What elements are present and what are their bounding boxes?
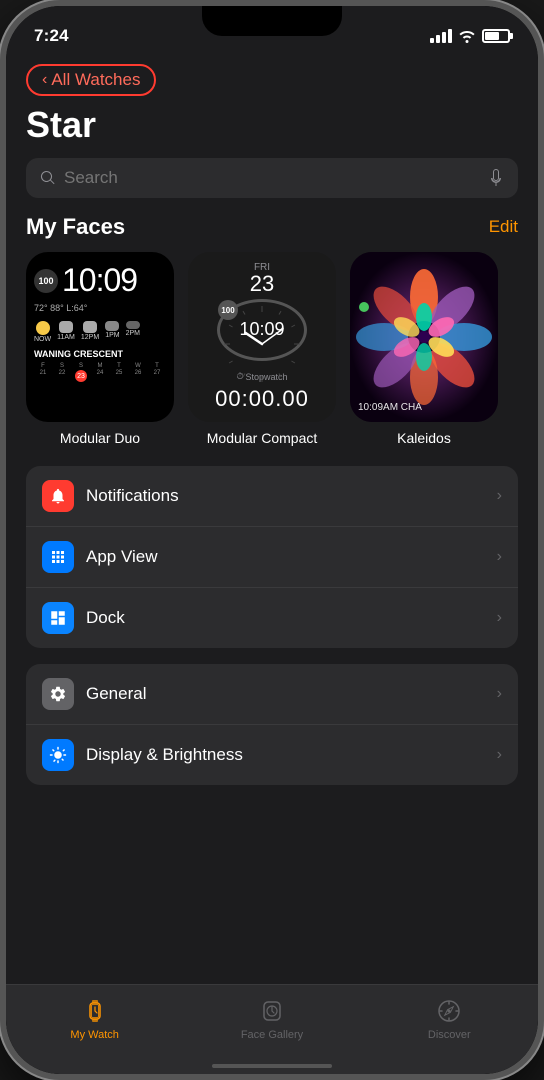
svg-text:10:09AM CHA: 10:09AM CHA <box>358 402 422 413</box>
grid-icon <box>49 548 67 566</box>
face-preview-modular-compact[interactable]: FRI 23 100 <box>188 252 336 422</box>
display-brightness-icon <box>42 739 74 771</box>
notifications-label: Notifications <box>86 486 485 506</box>
display-brightness-label: Display & Brightness <box>86 745 485 765</box>
notch <box>202 6 342 36</box>
face-gallery-tab-label: Face Gallery <box>241 1029 303 1041</box>
tab-discover[interactable]: Discover <box>361 993 538 1044</box>
volume-down-button[interactable] <box>0 266 2 346</box>
face-gallery-icon <box>258 997 286 1025</box>
face-item-kaleidoscope[interactable]: 10:09AM CHA Kaleidos <box>350 252 498 446</box>
face-label-modular-compact: Modular Compact <box>207 430 318 446</box>
face-badge-100: 100 <box>34 269 58 293</box>
volume-up-button[interactable] <box>0 186 2 246</box>
gear-icon <box>49 685 67 703</box>
notifications-chevron-icon: › <box>497 487 502 505</box>
my-watch-icon <box>81 997 109 1025</box>
tab-face-gallery[interactable]: Face Gallery <box>183 993 360 1044</box>
settings-row-notifications[interactable]: Notifications › <box>26 466 518 527</box>
discover-icon <box>435 997 463 1025</box>
general-icon <box>42 678 74 710</box>
home-indicator <box>212 1064 332 1068</box>
wifi-icon <box>458 29 476 43</box>
silent-switch[interactable] <box>0 366 2 446</box>
signal-icon <box>430 29 452 43</box>
edit-button[interactable]: Edit <box>489 217 518 237</box>
face-preview-modular-duo[interactable]: 100 10:09 72° 88° L:64° NOW <box>26 252 174 422</box>
kaleidoscope-art: 10:09AM CHA <box>350 252 498 422</box>
status-time: 7:24 <box>34 26 69 46</box>
all-watches-button[interactable]: ‹ All Watches <box>26 64 156 96</box>
tab-bar: My Watch Face Gallery <box>6 984 538 1064</box>
search-input[interactable] <box>64 168 480 188</box>
status-icons <box>430 29 510 43</box>
search-bar[interactable] <box>26 158 518 198</box>
face-time-display: 10:09 <box>62 262 137 299</box>
settings-row-app-view[interactable]: App View › <box>26 527 518 588</box>
settings-row-display-brightness[interactable]: Display & Brightness › <box>26 725 518 785</box>
general-chevron-icon: › <box>497 685 502 703</box>
home-indicator-area <box>6 1064 538 1074</box>
clock-ticks <box>220 302 304 386</box>
my-faces-title: My Faces <box>26 214 125 240</box>
app-view-label: App View <box>86 547 485 567</box>
scroll-area[interactable]: ‹ All Watches Star <box>6 56 538 984</box>
general-label: General <box>86 684 485 704</box>
my-faces-header: My Faces Edit <box>6 214 538 252</box>
settings-row-general[interactable]: General › <box>26 664 518 725</box>
bell-icon <box>49 487 67 505</box>
dock-label: Dock <box>86 608 485 628</box>
dock-chevron-icon: › <box>497 609 502 627</box>
notifications-icon <box>42 480 74 512</box>
settings-group-2: General › Display & Brightness › <box>26 664 518 785</box>
dock-grid-icon <box>49 609 67 627</box>
phone-screen: 7:24 <box>6 6 538 1074</box>
watch-icon <box>81 997 109 1025</box>
face-item-modular-compact[interactable]: FRI 23 100 <box>188 252 336 446</box>
search-icon <box>40 170 56 186</box>
watch-face-icon <box>259 998 285 1024</box>
compass-icon <box>436 998 462 1024</box>
screen-content: 7:24 <box>6 6 538 1074</box>
top-nav: ‹ All Watches <box>6 56 538 100</box>
face-mc-date: 23 <box>250 273 274 295</box>
tab-my-watch[interactable]: My Watch <box>6 993 183 1044</box>
battery-icon <box>482 29 510 43</box>
face-mc-stopwatch-time: 00:00.00 <box>215 386 309 412</box>
face-calendar: F S S M T W T 21 22 23 24 <box>34 363 166 382</box>
dock-icon <box>42 602 74 634</box>
all-watches-label: All Watches <box>51 70 140 90</box>
settings-group-1: Notifications › App View › <box>26 466 518 648</box>
face-item-modular-duo[interactable]: 100 10:09 72° 88° L:64° NOW <box>26 252 174 446</box>
my-watch-tab-label: My Watch <box>70 1029 119 1041</box>
phone-frame: 7:24 <box>0 0 544 1080</box>
app-view-chevron-icon: › <box>497 548 502 566</box>
face-label-kaleidoscope: Kaleidos <box>397 430 451 446</box>
face-weather-info: 72° 88° L:64° <box>34 303 166 313</box>
face-label-modular-duo: Modular Duo <box>60 430 140 446</box>
face-moon-label: WANING CRESCENT <box>34 349 166 359</box>
face-preview-kaleidoscope[interactable]: 10:09AM CHA <box>350 252 498 422</box>
face-mc-watch-circle: 100 <box>217 299 307 361</box>
faces-carousel[interactable]: 100 10:09 72° 88° L:64° NOW <box>6 252 538 466</box>
settings-row-dock[interactable]: Dock › <box>26 588 518 648</box>
back-chevron-icon: ‹ <box>42 71 47 89</box>
discover-tab-label: Discover <box>428 1029 471 1041</box>
microphone-icon[interactable] <box>488 168 504 188</box>
app-view-icon <box>42 541 74 573</box>
sun-icon <box>49 746 67 764</box>
display-brightness-chevron-icon: › <box>497 746 502 764</box>
page-title: Star <box>6 100 538 158</box>
